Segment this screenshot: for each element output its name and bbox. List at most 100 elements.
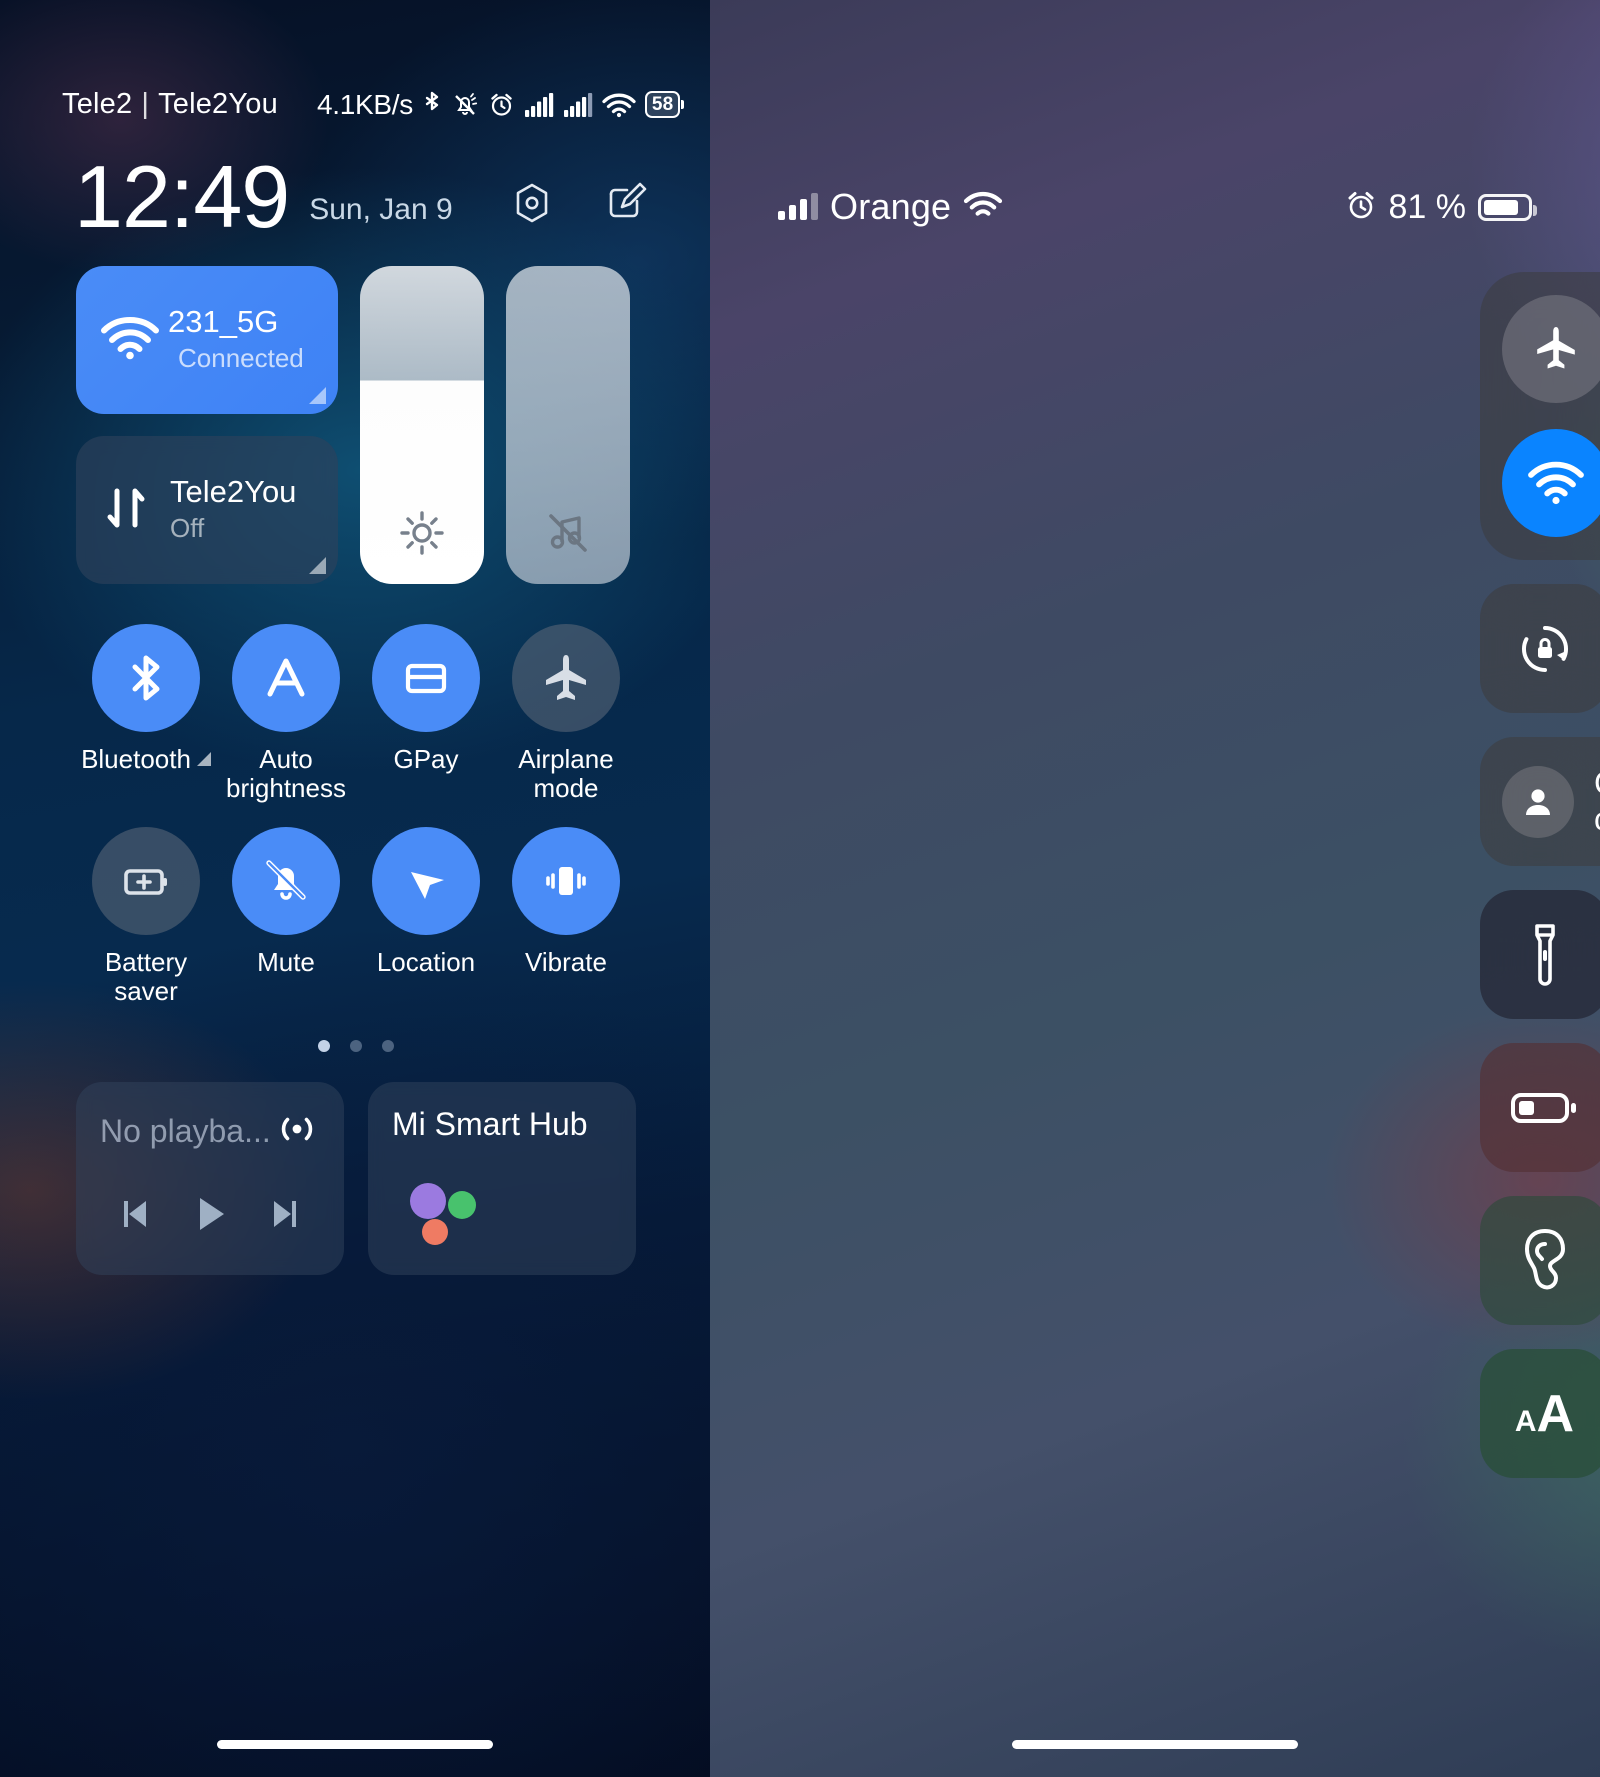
- quick-toggle-battery-saver[interactable]: Battery saver: [76, 827, 216, 1006]
- airplane-icon: [1536, 327, 1575, 369]
- label-text: Auto brightness: [226, 744, 346, 804]
- assistant-dot-orange: [422, 1219, 448, 1246]
- toggle-circle: [92, 624, 200, 732]
- edit-icon[interactable]: [604, 181, 648, 225]
- rotation-lock-tile[interactable]: [1480, 584, 1600, 713]
- connectivity-group: [1480, 272, 1600, 560]
- ear-icon: [1524, 1228, 1565, 1289]
- previous-icon[interactable]: [115, 1193, 157, 1240]
- cc-second-row: Concentra- ción: [1480, 584, 1600, 866]
- quick-toggle-grid: Bluetooth Auto brightness GPay Airplane …: [76, 624, 636, 1006]
- android-home-indicator[interactable]: [217, 1740, 493, 1749]
- ios-carrier-label: Orange: [830, 186, 952, 227]
- wifi-toggle[interactable]: [1501, 429, 1600, 537]
- ios-status-right: 81 %: [1345, 187, 1537, 227]
- wifi-icon: [602, 92, 636, 118]
- next-icon[interactable]: [263, 1193, 305, 1240]
- media-card-header: No playba...: [100, 1106, 320, 1157]
- hearing-tile[interactable]: [1480, 1196, 1600, 1325]
- mobile-data-name: Tele2You: [170, 473, 297, 509]
- cc-left-column: Concentra- ción: [1480, 584, 1600, 866]
- clock-time: 12:49: [74, 147, 290, 246]
- quick-toggle-vibrate[interactable]: Vibrate: [496, 827, 636, 1006]
- battery-low-icon: [1510, 1092, 1576, 1123]
- mobile-data-status: Off: [170, 512, 205, 543]
- toggle-circle: [512, 827, 620, 936]
- expand-corner-icon[interactable]: [309, 387, 326, 404]
- ios-status-left: Orange: [778, 186, 1003, 228]
- volume-slider[interactable]: [506, 266, 630, 584]
- android-quick-settings-panel: 231_5G Connected Tele2You Off Bluetooth …: [76, 266, 636, 1276]
- page-indicator[interactable]: [76, 1040, 636, 1053]
- quick-toggle-mute[interactable]: Mute: [216, 827, 356, 1006]
- quick-toggle-label: Battery saver: [105, 948, 187, 1006]
- brightness-slider[interactable]: [360, 266, 484, 584]
- mobile-data-tile[interactable]: Tele2You Off: [76, 436, 338, 584]
- rotation-lock-icon: [1521, 625, 1568, 672]
- wifi-icon: [1527, 461, 1584, 505]
- media-player-card[interactable]: No playba...: [76, 1082, 344, 1276]
- data-transfer-icon: [100, 482, 152, 539]
- page-dot[interactable]: [382, 1040, 394, 1053]
- carrier-separator: |: [141, 88, 150, 120]
- label-text: Mute: [257, 947, 315, 978]
- battery-icon: [1478, 193, 1537, 221]
- smart-hub-card[interactable]: Mi Smart Hub: [368, 1082, 636, 1276]
- flashlight-tile[interactable]: [1480, 890, 1600, 1019]
- focus-label: Concentra- ción: [1594, 765, 1600, 838]
- cast-audio-icon[interactable]: [274, 1106, 320, 1157]
- text-size-tile[interactable]: AA: [1480, 1349, 1600, 1478]
- header-actions: [510, 181, 648, 225]
- airplane-mode-toggle[interactable]: [1501, 295, 1600, 403]
- expand-corner-icon[interactable]: [309, 557, 326, 574]
- ios-battery-percent: 81 %: [1388, 187, 1467, 226]
- label-text: Battery saver: [104, 947, 188, 1007]
- quick-toggle-airplane-mode[interactable]: Airplane mode: [496, 624, 636, 803]
- status-bar-icons: 4.1KB/s 58: [317, 89, 684, 121]
- signal-sim1-icon: [524, 92, 554, 118]
- alarm-icon: [488, 91, 515, 118]
- quick-toggle-gpay[interactable]: GPay: [356, 624, 496, 803]
- hub-card-header: Mi Smart Hub: [392, 1106, 612, 1143]
- bluetooth-icon: [422, 90, 442, 120]
- quick-toggle-label: Location: [377, 948, 475, 977]
- quick-toggle-label: Mute: [257, 948, 315, 977]
- bottom-cards: No playba... Mi Smart Hub: [76, 1082, 636, 1276]
- quick-toggle-auto-brightness[interactable]: Auto brightness: [216, 624, 356, 803]
- text-size-small: A: [1514, 1404, 1537, 1438]
- quick-toggle-bluetooth[interactable]: Bluetooth: [76, 624, 216, 803]
- quick-toggle-location[interactable]: Location: [356, 827, 496, 1006]
- media-title: No playba...: [100, 1113, 271, 1150]
- quick-toggle-label: Vibrate: [525, 948, 607, 977]
- wifi-icon: [963, 190, 1003, 225]
- focus-tile[interactable]: Concentra- ción: [1480, 737, 1600, 866]
- toggle-circle: [232, 624, 340, 732]
- text-size-icon: AA: [1515, 1384, 1574, 1444]
- page-dot[interactable]: [350, 1040, 362, 1053]
- music-muted-icon: [506, 508, 630, 558]
- flashlight-icon: [1534, 923, 1555, 986]
- wifi-ssid: 231_5G: [168, 303, 279, 339]
- ios-status-bar: Orange 81 %: [710, 186, 1600, 228]
- quick-toggle-label: Airplane mode: [518, 744, 614, 804]
- ios-home-indicator[interactable]: [1012, 1740, 1298, 1749]
- low-power-mode-tile[interactable]: [1480, 1043, 1600, 1172]
- clock-date: Sun, Jan 9: [309, 192, 453, 226]
- wifi-tile[interactable]: 231_5G Connected: [76, 266, 338, 414]
- expand-triangle-icon: [196, 751, 211, 766]
- location-arrow-icon: [411, 872, 444, 900]
- cc-top-row: Amazon Alexa: [1480, 272, 1600, 560]
- assistant-dot-green: [448, 1191, 476, 1220]
- page-dot[interactable]: [318, 1040, 330, 1053]
- hub-title: Mi Smart Hub: [392, 1106, 588, 1143]
- assistant-dot-purple: [410, 1183, 446, 1220]
- label-text: Airplane mode: [518, 744, 614, 804]
- play-icon[interactable]: [187, 1191, 233, 1242]
- quick-toggle-label: Bluetooth: [81, 744, 211, 774]
- ios-tile-grid: AA: [1480, 890, 1600, 1478]
- label-text: Vibrate: [525, 947, 607, 978]
- label-text: Location: [376, 947, 476, 978]
- auto-brightness-icon: [267, 658, 305, 697]
- label-text: Bluetooth: [81, 744, 191, 774]
- settings-gear-icon[interactable]: [510, 181, 554, 225]
